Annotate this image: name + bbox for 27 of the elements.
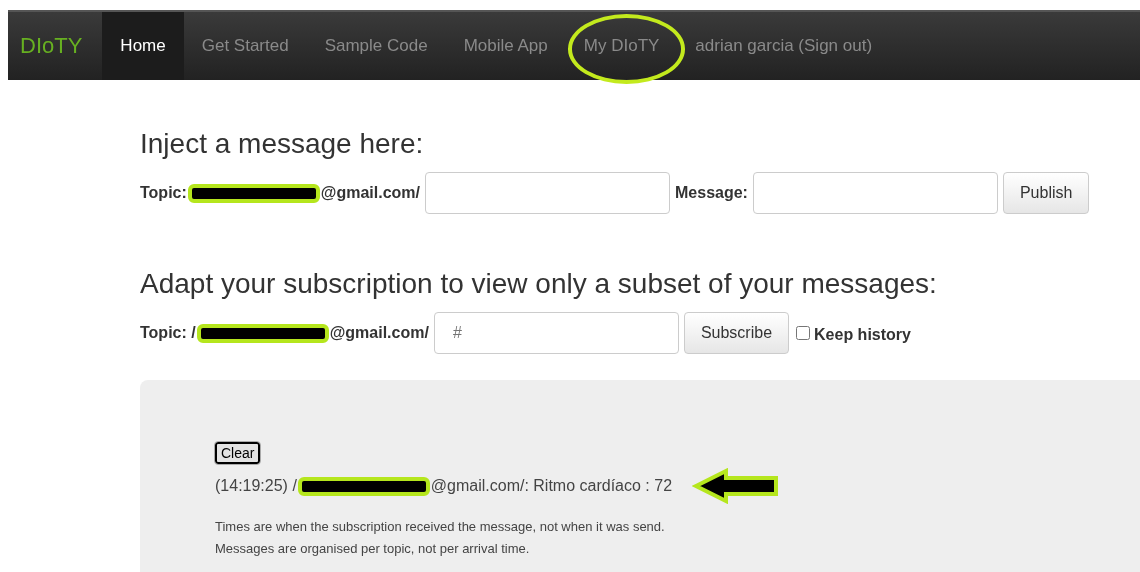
brand-logo[interactable]: DIoTY: [8, 12, 103, 80]
topic-field[interactable]: [425, 172, 670, 214]
section-heading: Adapt your subscription to view only a subset of your messages:: [140, 268, 938, 300]
clear-button[interactable]: Clear: [215, 442, 261, 464]
message-field[interactable]: [752, 172, 998, 214]
topic-label: Topic:: [140, 184, 187, 202]
nav-link[interactable]: adrian garcia (Sign out): [677, 12, 891, 80]
message-time-topic: (14:19:25) /: [215, 477, 297, 495]
arrow-icon: [692, 468, 781, 504]
checkbox-label: Keep history: [814, 326, 911, 344]
nav-link[interactable]: Get Started: [183, 12, 307, 80]
nav-link[interactable]: Mobile App: [445, 12, 566, 80]
info-text: Messages are organised per topic, not per arrival time.: [215, 540, 531, 558]
nav-link[interactable]: Sample Code: [306, 12, 446, 80]
publish-button[interactable]: Publish: [1002, 172, 1090, 214]
keep-history-checkbox[interactable]: [796, 326, 811, 340]
subscribe-button[interactable]: Subscribe: [683, 312, 790, 354]
topic-filter-field[interactable]: #: [433, 312, 679, 354]
topic-label: Topic: /: [140, 324, 196, 342]
nav-link[interactable]: Home: [102, 12, 184, 80]
section-heading: Inject a message here:: [140, 128, 425, 160]
message-text: @gmail.com/: Ritmo cardíaco : 72: [430, 477, 673, 495]
nav-link[interactable]: My DIoTY: [565, 12, 678, 80]
topic-suffix: @gmail.com/: [329, 324, 429, 342]
topic-suffix: @gmail.com/: [320, 184, 420, 202]
message-label: Message:: [675, 184, 748, 202]
info-text: Times are when the subscription received the message, not when it was send.: [215, 518, 666, 536]
